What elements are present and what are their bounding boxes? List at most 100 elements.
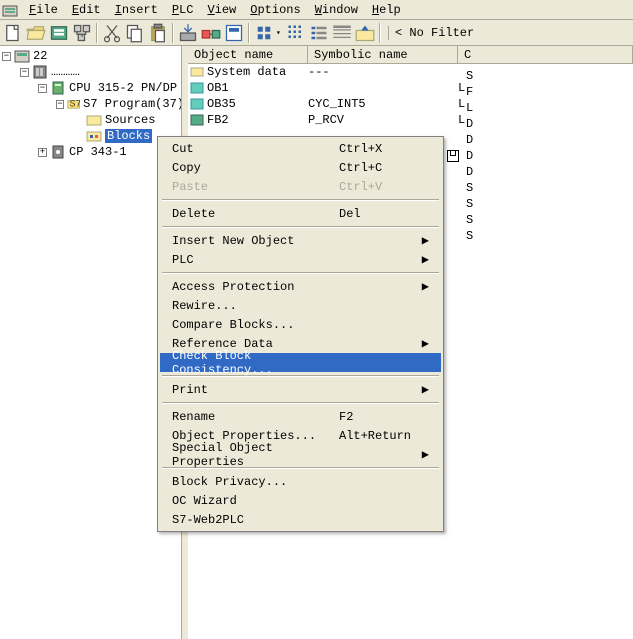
ctx-insert-new[interactable]: Insert New Object▶ — [160, 231, 441, 250]
list-row[interactable]: FB2 P_RCV L — [188, 112, 633, 128]
cell-object: FB2 — [207, 113, 229, 127]
collapse-icon[interactable]: − — [38, 84, 47, 93]
cell-object: OB35 — [207, 97, 236, 111]
cell-symbolic: --- — [308, 65, 458, 79]
collapse-icon[interactable]: − — [20, 68, 29, 77]
collapse-icon[interactable]: − — [56, 100, 64, 109]
submenu-arrow-icon: ▶ — [419, 252, 429, 267]
toolbar: ▾ < No Filter — [0, 20, 633, 46]
submenu-arrow-icon: ▶ — [419, 382, 429, 397]
details-button[interactable] — [331, 22, 353, 44]
ctx-plc[interactable]: PLC▶ — [160, 250, 441, 269]
submenu-arrow-icon: ▶ — [419, 233, 429, 248]
cell-c: L — [458, 81, 633, 95]
open-button[interactable] — [25, 22, 47, 44]
fb-icon — [190, 113, 204, 127]
list-button[interactable] — [308, 22, 330, 44]
ctx-privacy[interactable]: Block Privacy... — [160, 472, 441, 491]
ctx-rewire[interactable]: Rewire... — [160, 296, 441, 315]
station-icon — [32, 64, 48, 80]
menu-edit[interactable]: Edit — [65, 1, 108, 19]
copy-button[interactable] — [124, 22, 146, 44]
submenu-arrow-icon: ▶ — [419, 447, 429, 462]
submenu-arrow-icon: ▶ — [419, 279, 429, 294]
project-icon — [14, 48, 30, 64]
tree-label: S7 Program(37) — [83, 97, 184, 111]
ctx-web2plc[interactable]: S7-Web2PLC — [160, 510, 441, 529]
menu-window[interactable]: Window — [308, 1, 365, 19]
ctx-rename[interactable]: RenameF2 — [160, 407, 441, 426]
ctx-separator — [162, 272, 439, 274]
tree-label: CPU 315-2 PN/DP — [69, 81, 177, 95]
expand-icon[interactable]: + — [38, 148, 47, 157]
cpu-icon — [50, 80, 66, 96]
tree-sources[interactable]: Sources — [2, 112, 184, 128]
ctx-compare[interactable]: Compare Blocks... — [160, 315, 441, 334]
tree-cpu[interactable]: − CPU 315-2 PN/DP — [2, 80, 184, 96]
ctx-separator — [162, 199, 439, 201]
ctx-access[interactable]: Access Protection▶ — [160, 277, 441, 296]
small-icons-button[interactable] — [285, 22, 307, 44]
sysdata-icon — [190, 65, 204, 79]
unknown-glyph-icon — [447, 150, 459, 162]
accessible-nodes-button[interactable] — [71, 22, 93, 44]
ctx-separator — [162, 402, 439, 404]
menu-plc[interactable]: PLC — [165, 1, 201, 19]
offline-button[interactable] — [223, 22, 245, 44]
ctx-special[interactable]: Special Object Properties▶ — [160, 445, 441, 464]
menubar: File Edit Insert PLC View Options Window… — [0, 0, 633, 20]
cut-button[interactable] — [101, 22, 123, 44]
tree-label: CP 343-1 — [69, 145, 127, 159]
menu-options[interactable]: Options — [243, 1, 307, 19]
filter-label[interactable]: < No Filter — [388, 26, 474, 40]
paste-button[interactable] — [147, 22, 169, 44]
svg-text:S7: S7 — [69, 100, 80, 111]
tree-label: ………… — [51, 65, 80, 79]
ctx-oc[interactable]: OC Wizard — [160, 491, 441, 510]
plc-memory-button[interactable] — [48, 22, 70, 44]
tree-station[interactable]: − ………… — [2, 64, 184, 80]
menu-file[interactable]: File — [22, 1, 65, 19]
ctx-paste: PasteCtrl+V — [160, 177, 441, 196]
up-button[interactable] — [354, 22, 376, 44]
program-icon: S7 — [67, 96, 80, 112]
menu-view[interactable]: View — [200, 1, 243, 19]
menu-help[interactable]: Help — [365, 1, 408, 19]
tree-program[interactable]: − S7 S7 Program(37) — [2, 96, 184, 112]
ctx-delete[interactable]: DeleteDel — [160, 204, 441, 223]
cp-icon — [50, 144, 66, 160]
col-symbolic-name[interactable]: Symbolic name — [308, 46, 458, 63]
list-row[interactable]: System data --- — [188, 64, 633, 80]
col-c[interactable]: C — [458, 46, 633, 63]
cut-column: SFLDDDDSSSS — [466, 68, 473, 244]
cell-object: System data — [207, 65, 286, 79]
new-button[interactable] — [2, 22, 24, 44]
tree-label-selected: Blocks — [105, 129, 152, 143]
ctx-cut[interactable]: CutCtrl+X — [160, 139, 441, 158]
ob-icon — [190, 97, 204, 111]
online-button[interactable] — [200, 22, 222, 44]
ctx-copy[interactable]: CopyCtrl+C — [160, 158, 441, 177]
tree-root[interactable]: − 22 — [2, 48, 184, 64]
list-row[interactable]: OB1 L — [188, 80, 633, 96]
col-object-name[interactable]: Object name — [188, 46, 308, 63]
download-button[interactable] — [177, 22, 199, 44]
toolbar-separator — [96, 23, 98, 43]
toolbar-separator — [248, 23, 250, 43]
blocks-icon — [86, 128, 102, 144]
menu-insert[interactable]: Insert — [108, 1, 165, 19]
app-icon — [2, 2, 18, 18]
cell-symbolic: P_RCV — [308, 113, 458, 127]
toolbar-separator — [172, 23, 174, 43]
tree-label: 22 — [33, 49, 47, 63]
view-dropdown[interactable]: ▾ — [276, 28, 284, 38]
list-row[interactable]: OB35 CYC_INT5 L — [188, 96, 633, 112]
ctx-print[interactable]: Print▶ — [160, 380, 441, 399]
sources-icon — [86, 112, 102, 128]
ctx-check-consistency[interactable]: Check Block Consistency... — [160, 353, 441, 372]
large-icons-button[interactable] — [253, 22, 275, 44]
collapse-icon[interactable]: − — [2, 52, 11, 61]
ob-icon — [190, 81, 204, 95]
cell-object: OB1 — [207, 81, 229, 95]
cell-c: L — [458, 113, 633, 127]
